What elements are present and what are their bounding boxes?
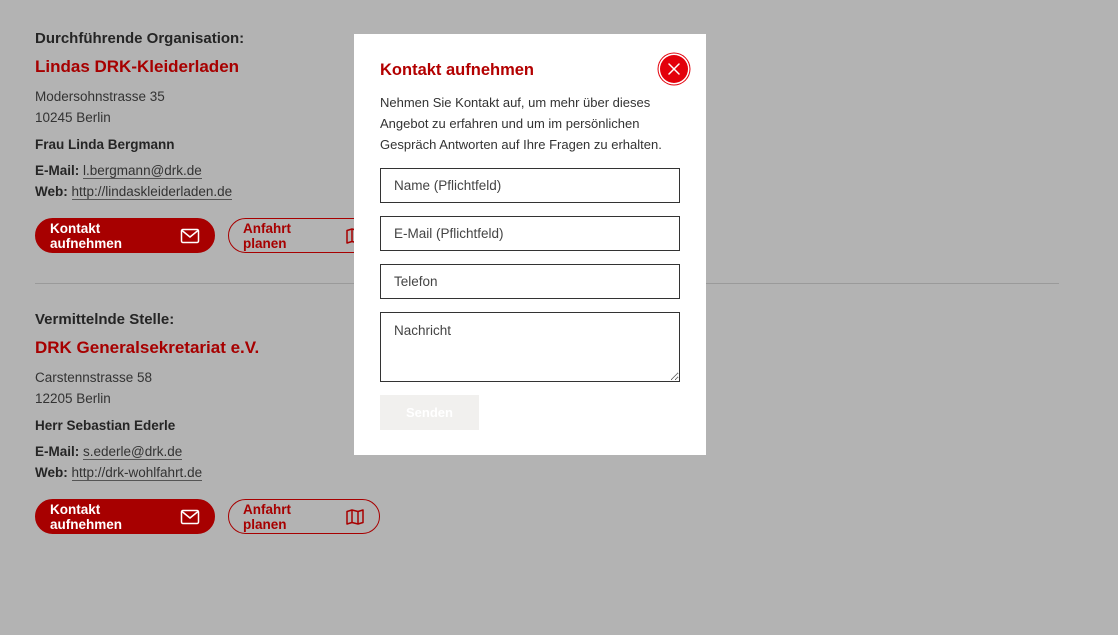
route-button-label: Anfahrt planen	[243, 501, 291, 532]
email-label: E-Mail:	[35, 444, 80, 459]
map-icon	[345, 508, 365, 525]
web-link[interactable]: http://lindaskleiderladen.de	[71, 184, 233, 200]
email-label: E-Mail:	[35, 163, 80, 178]
modal-title: Kontakt aufnehmen	[380, 61, 535, 79]
contact-modal: Kontakt aufnehmen Nehmen Sie Kontakt auf…	[354, 34, 706, 455]
send-button[interactable]: Senden	[380, 395, 479, 430]
phone-input[interactable]	[380, 264, 680, 299]
email-input[interactable]	[380, 216, 680, 251]
email-link[interactable]: s.ederle@drk.de	[83, 444, 183, 460]
web-line: Web: http://drk-wohlfahrt.de	[35, 462, 1059, 483]
modal-description: Nehmen Sie Kontakt auf, um mehr über die…	[380, 95, 662, 152]
email-link[interactable]: l.bergmann@drk.de	[83, 163, 202, 179]
close-button[interactable]	[660, 55, 688, 83]
route-button[interactable]: Anfahrt planen	[228, 499, 380, 534]
action-buttons: Kontakt aufnehmen Anfahrt planen	[35, 499, 1059, 534]
message-textarea[interactable]	[380, 312, 680, 382]
mail-icon	[180, 228, 200, 244]
contact-button-label: Kontakt aufnehmen	[50, 220, 123, 251]
mail-icon	[180, 509, 200, 525]
name-input[interactable]	[380, 168, 680, 203]
page-background: Durchführende Organisation: Lindas DRK-K…	[0, 0, 1118, 635]
web-label: Web:	[35, 184, 68, 199]
contact-button[interactable]: Kontakt aufnehmen	[35, 218, 215, 253]
web-link[interactable]: http://drk-wohlfahrt.de	[71, 465, 203, 481]
contact-button[interactable]: Kontakt aufnehmen	[35, 499, 215, 534]
close-icon	[668, 63, 680, 75]
web-label: Web:	[35, 465, 68, 480]
route-button-label: Anfahrt planen	[243, 220, 291, 251]
contact-button-label: Kontakt aufnehmen	[50, 501, 123, 532]
